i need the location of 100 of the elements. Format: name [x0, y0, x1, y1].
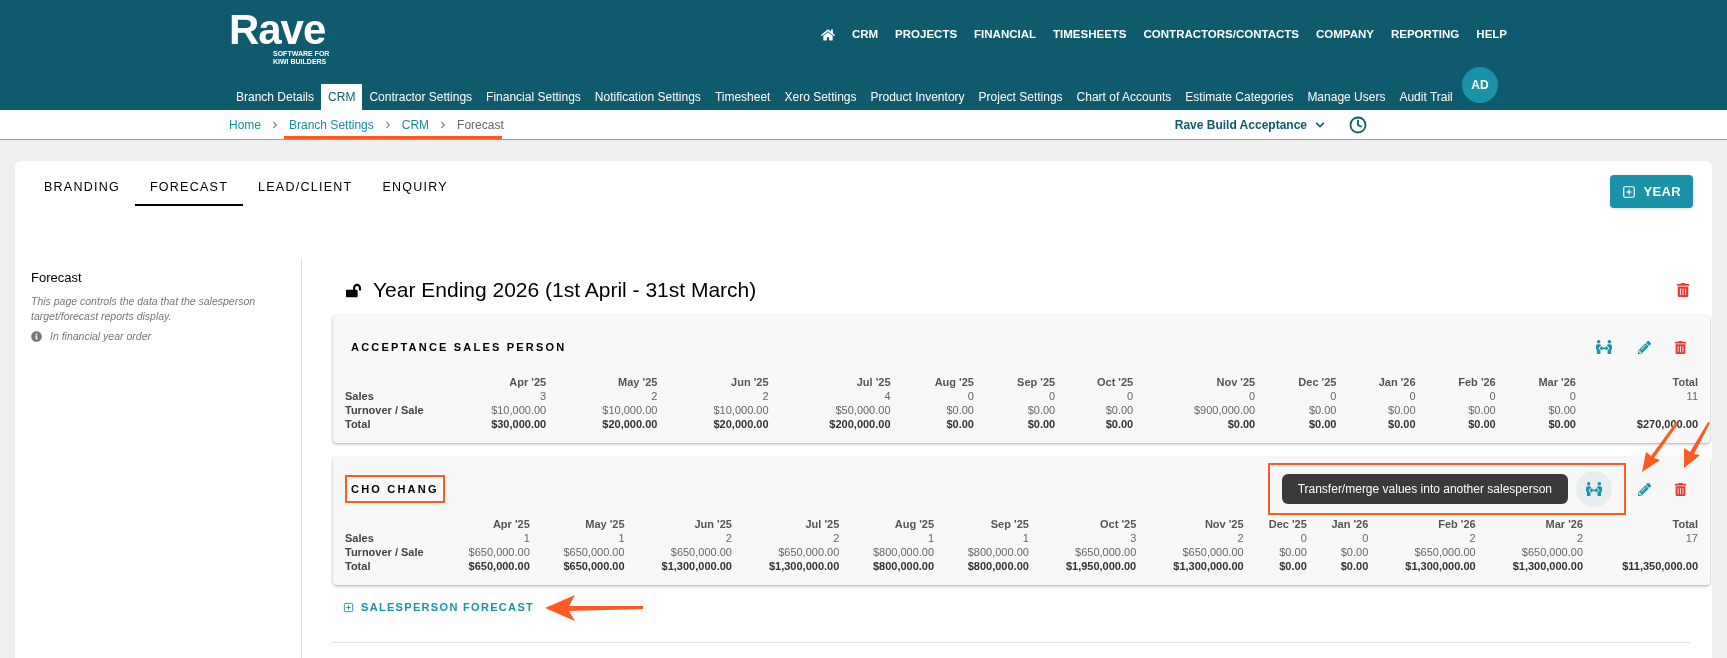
open-lock-icon[interactable] — [346, 282, 361, 298]
settings-tab[interactable]: CRM — [321, 84, 363, 110]
settings-tab[interactable]: Timesheet — [707, 84, 778, 110]
nav-link[interactable]: PROJECTS — [895, 26, 958, 44]
pencil-icon — [1637, 340, 1651, 354]
settings-tab[interactable]: Product Inventory — [863, 84, 972, 110]
table-cell: $0.00 — [946, 404, 974, 416]
table-cell: $0.00 — [1279, 546, 1307, 558]
nav-link[interactable]: FINANCIAL — [974, 26, 1037, 44]
table-cell: $0.00 — [1468, 404, 1496, 416]
pencil-icon — [1637, 482, 1651, 496]
table-cell: $650,000.00 — [1414, 546, 1476, 558]
year-title: Year Ending 2026 (1st April - 31st March) — [373, 277, 757, 304]
plus-square-icon — [1621, 184, 1636, 199]
settings-tab[interactable]: Financial Settings — [479, 84, 588, 110]
clock-icon[interactable] — [1349, 115, 1367, 134]
page-tab[interactable]: FORECAST — [135, 171, 244, 206]
month-header: Feb '26 — [1458, 376, 1496, 388]
table-cell: 2 — [762, 390, 769, 402]
page-tab[interactable]: LEAD/CLIENT — [243, 171, 368, 206]
add-year-button[interactable]: YEAR — [1609, 175, 1693, 208]
table-cell: 2 — [651, 390, 658, 402]
table-cell: $0.00 — [1027, 404, 1056, 416]
nav-link[interactable]: CONTRACTORS/CONTACTS — [1143, 26, 1299, 44]
month-header: Jul '25 — [856, 376, 891, 388]
month-header: Jul '25 — [805, 518, 840, 530]
settings-tab[interactable]: Audit Trail — [1392, 84, 1460, 110]
table-cell: 0 — [1489, 390, 1496, 402]
table-cell: $0.00 — [1548, 404, 1576, 416]
table-cell: 0 — [1300, 532, 1307, 544]
month-header: Mar '26 — [1538, 376, 1576, 388]
page-tab[interactable]: ENQUIRY — [367, 171, 463, 206]
branch-selector[interactable]: Rave Build Acceptance — [1174, 115, 1325, 134]
nav-link[interactable]: COMPANY — [1316, 26, 1374, 44]
row-label: Turnover / Sale — [345, 404, 424, 416]
table-cell: $10,000.00 — [491, 404, 547, 416]
settings-tab[interactable]: Branch Details — [229, 84, 322, 110]
home-icon[interactable] — [820, 27, 835, 42]
table-cell: $650,000.00 — [670, 546, 732, 558]
settings-tab[interactable]: Estimate Categories — [1178, 84, 1301, 110]
chevron-right-icon — [271, 120, 279, 129]
info-icon — [31, 330, 42, 342]
plus-square-icon — [343, 601, 354, 613]
salesperson-name: ACCEPTANCE SALES PERSON — [350, 339, 568, 355]
table-cell: $50,000.00 — [835, 404, 891, 416]
user-avatar[interactable]: AD — [1462, 67, 1498, 103]
table-cell: $1,300,000.00 — [1405, 560, 1476, 572]
add-salesperson-forecast-button[interactable]: SALESPERSON FORECAST — [343, 599, 535, 616]
table-cell: $30,000.00 — [491, 418, 547, 430]
table-cell: $650,000.00 — [1182, 546, 1244, 558]
settings-tab[interactable]: Manage Users — [1300, 84, 1393, 110]
sidebar-title: Forecast — [31, 269, 83, 287]
tooltip: Transfer/merge values into another salesperson — [1281, 474, 1568, 504]
table-cell: 11 — [1686, 390, 1698, 402]
breadcrumb-current-page: Forecast — [457, 116, 504, 134]
settings-tab[interactable]: Contractor Settings — [362, 84, 480, 110]
trash-icon — [1676, 283, 1690, 297]
month-header: Aug '25 — [934, 376, 974, 388]
delete-year-button[interactable] — [1676, 283, 1690, 297]
table-cell: $0.00 — [1105, 404, 1134, 416]
table-cell: 0 — [1049, 390, 1056, 402]
month-header: Dec '25 — [1298, 376, 1337, 388]
table-cell: $800,000.00 — [872, 546, 935, 558]
table-cell: 0 — [1127, 390, 1134, 402]
row-label: Sales — [345, 532, 374, 544]
settings-tab[interactable]: Notification Settings — [587, 84, 708, 110]
breadcrumb-link[interactable]: Branch Settings — [289, 115, 374, 134]
breadcrumb-link[interactable]: CRM — [401, 115, 430, 134]
table-cell: 1 — [927, 532, 935, 544]
page-tab[interactable]: BRANDING — [29, 171, 135, 206]
month-header: Dec '25 — [1268, 518, 1307, 530]
table-cell: $200,000.00 — [829, 418, 891, 430]
salesperson-name: CHO CHANG — [345, 474, 445, 504]
chevron-down-icon — [1315, 119, 1325, 130]
people-arrows-icon — [1586, 481, 1602, 497]
month-header: Total — [1672, 376, 1698, 388]
settings-tab[interactable]: Chart of Accounts — [1069, 84, 1179, 110]
month-header: Apr '25 — [509, 376, 547, 388]
settings-tab[interactable]: Project Settings — [971, 84, 1070, 110]
table-cell: $0.00 — [1308, 418, 1337, 430]
table-cell: 3 — [540, 390, 547, 402]
nav-link[interactable]: TIMESHEETS — [1053, 26, 1127, 44]
table-cell: $650,000.00 — [563, 546, 625, 558]
table-cell: 1 — [1022, 532, 1029, 544]
nav-link[interactable]: CRM — [851, 26, 879, 44]
settings-tab[interactable]: Xero Settings — [777, 84, 864, 110]
nav-link[interactable]: REPORTING — [1390, 26, 1460, 44]
nav-link[interactable]: HELP — [1476, 26, 1507, 44]
breadcrumb-link[interactable]: Home — [229, 115, 261, 134]
table-cell: $0.00 — [1227, 418, 1256, 430]
transfer-button[interactable] — [1576, 471, 1612, 507]
table-cell: $0.00 — [1027, 418, 1056, 430]
table-cell: $20,000.00 — [602, 418, 658, 430]
table-cell: $650,000.00 — [468, 560, 530, 572]
table-cell: 3 — [1130, 532, 1137, 544]
table-cell: $1,300,000.00 — [1512, 560, 1583, 572]
table-cell: $0.00 — [1105, 418, 1134, 430]
table-cell: 17 — [1685, 532, 1698, 544]
table-cell: $0.00 — [1279, 560, 1307, 572]
row-label: Total — [345, 560, 371, 572]
